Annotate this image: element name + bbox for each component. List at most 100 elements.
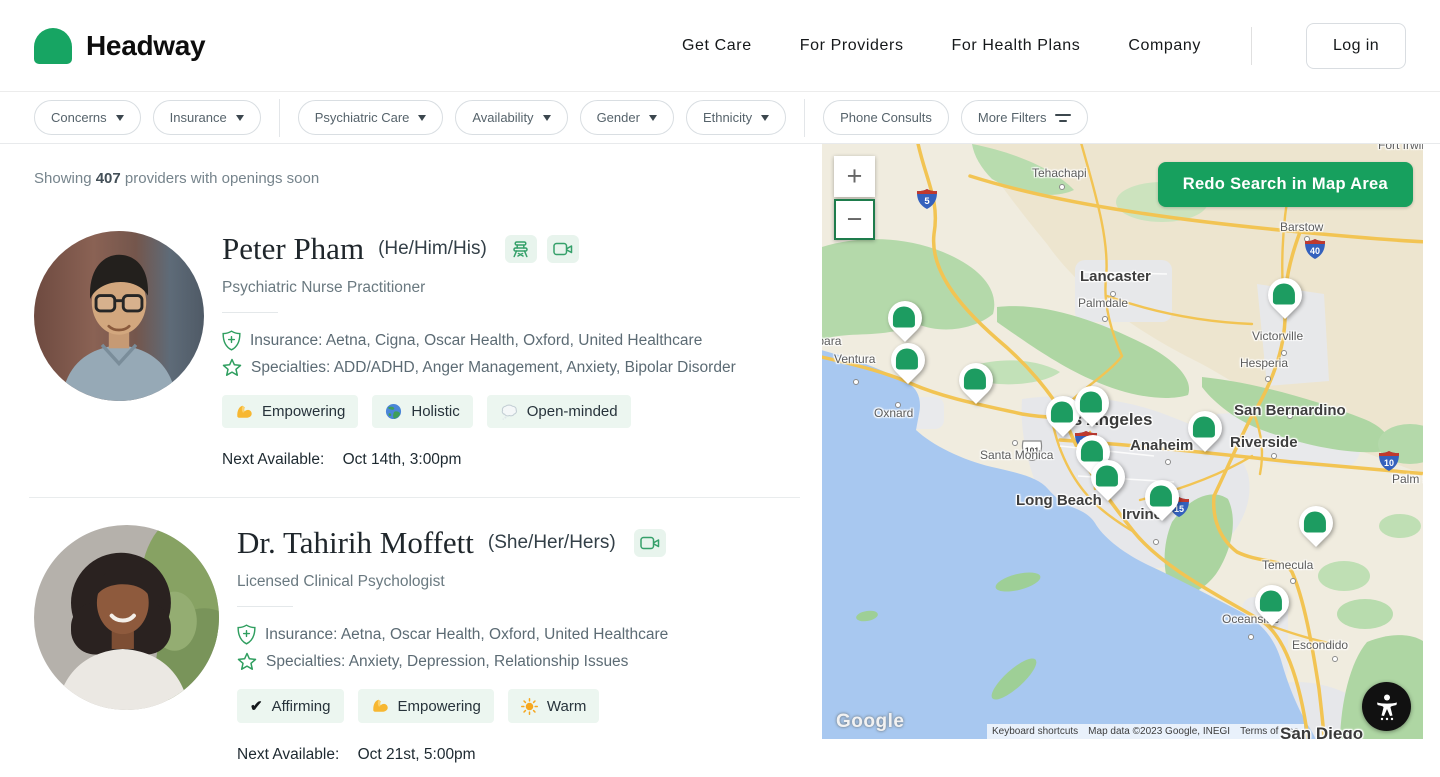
trait-badge: Empowering [358, 689, 494, 723]
map-label-escondido: Escondido [1292, 638, 1348, 652]
city-dot [1153, 539, 1159, 545]
next-available-label: Next Available: [237, 746, 339, 763]
trait-badge: Empowering [222, 395, 358, 428]
provider-name[interactable]: Dr. Tahirih Moffett [237, 525, 474, 561]
divider [222, 312, 278, 313]
login-button[interactable]: Log in [1306, 23, 1406, 69]
map-label-san-diego: San Diego [1280, 724, 1363, 739]
filter-insurance[interactable]: Insurance [153, 100, 261, 135]
top-nav-bar: Headway Get Care For Providers For Healt… [0, 0, 1440, 92]
map-data-attribution: Map data ©2023 Google, INEGI [1083, 724, 1235, 739]
next-available: Next Available: Oct 14th, 3:00pm [222, 451, 736, 469]
badge-label: Affirming [272, 698, 331, 715]
city-dot [1265, 376, 1271, 382]
nav-for-providers[interactable]: For Providers [800, 37, 904, 55]
badge-label: Empowering [262, 403, 345, 420]
map-label-fort-irwin: Fort Irwin [1378, 144, 1423, 152]
filter-bar: Concerns Insurance Psychiatric Care Avai… [0, 92, 1440, 144]
next-available: Next Available: Oct 21st, 5:00pm [237, 746, 668, 764]
filter-lines-icon [1055, 114, 1071, 122]
provider-card[interactable]: Peter Pham (He/Him/His) [34, 231, 800, 469]
provider-photo[interactable] [34, 231, 204, 401]
map-label-santa-monica: Santa Monica [980, 448, 1053, 462]
filter-divider [804, 99, 805, 137]
showing-suffix: providers with openings soon [125, 170, 319, 187]
next-available-label: Next Available: [222, 451, 324, 468]
city-dot [1059, 184, 1065, 190]
map-panel[interactable]: Tehachapi Fort Irwin Barstow Lancaster P… [822, 144, 1423, 739]
provider-title: Psychiatric Nurse Practitioner [222, 279, 736, 297]
showing-prefix: Showing [34, 170, 92, 187]
filter-more-filters[interactable]: More Filters [961, 100, 1089, 135]
filter-concerns-label: Concerns [51, 110, 107, 125]
filter-phone-consults[interactable]: Phone Consults [823, 100, 949, 135]
keyboard-shortcuts-link[interactable]: Keyboard shortcuts [987, 724, 1083, 739]
map-label-riverside: Riverside [1230, 434, 1298, 451]
map-label-santa-barbara: Santa Barbara [822, 334, 841, 348]
filter-concerns[interactable]: Concerns [34, 100, 141, 135]
insurance-list: Aetna, Oscar Health, Oxford, United Heal… [341, 626, 668, 643]
city-dot [853, 379, 859, 385]
specialties-label: Specialties: [266, 653, 345, 670]
badge-label: Open-minded [527, 403, 618, 420]
video-camera-icon [547, 235, 579, 263]
city-dot [1271, 453, 1277, 459]
card-divider [29, 497, 800, 498]
map-label-hesperia: Hesperia [1240, 356, 1288, 370]
nav-get-care[interactable]: Get Care [682, 37, 752, 55]
google-logo[interactable]: Google [836, 711, 904, 733]
next-available-value: Oct 21st, 5:00pm [358, 746, 476, 763]
insurance-line: Insurance: Aetna, Oscar Health, Oxford, … [237, 624, 668, 645]
filter-availability[interactable]: Availability [455, 100, 567, 135]
provider-title: Licensed Clinical Psychologist [237, 573, 668, 591]
map-label-temecula: Temecula [1262, 558, 1313, 572]
main-nav: Get Care For Providers For Health Plans … [682, 23, 1406, 69]
city-dot [1012, 440, 1018, 446]
provider-photo[interactable] [34, 525, 219, 710]
map-label-victorville: Victorville [1252, 329, 1303, 343]
in-person-chair-icon [505, 235, 537, 263]
results-count: 407 [96, 170, 121, 187]
specialties-line: Specialties: Anxiety, Depression, Relati… [237, 652, 668, 671]
redo-search-button[interactable]: Redo Search in Map Area [1158, 162, 1413, 207]
thought-bubble-icon [500, 404, 518, 420]
chevron-down-icon [543, 115, 551, 121]
map-label-palmdale: Palmdale [1078, 296, 1128, 310]
svg-text:40: 40 [1310, 246, 1320, 256]
city-dot [1102, 316, 1108, 322]
nav-for-health-plans[interactable]: For Health Plans [952, 37, 1081, 55]
filter-ethnicity[interactable]: Ethnicity [686, 100, 786, 135]
provider-card[interactable]: Dr. Tahirih Moffett (She/Her/Hers) Licen… [34, 525, 800, 764]
filter-psychiatric-care-label: Psychiatric Care [315, 110, 410, 125]
nav-company[interactable]: Company [1128, 37, 1201, 55]
filter-psychiatric-care[interactable]: Psychiatric Care [298, 100, 444, 135]
city-dot [1332, 656, 1338, 662]
filter-availability-label: Availability [472, 110, 533, 125]
video-camera-icon [634, 529, 666, 557]
chevron-down-icon [761, 115, 769, 121]
headway-logo[interactable]: Headway [34, 28, 205, 64]
specialties-list: Anxiety, Depression, Relationship Issues [349, 653, 629, 670]
chevron-down-icon [116, 115, 124, 121]
star-icon [237, 652, 257, 671]
badge-label: Empowering [398, 698, 481, 715]
interstate-40-shield: 40 [1304, 238, 1326, 260]
headway-logo-icon [34, 28, 72, 64]
map-label-ventura: Ventura [834, 352, 875, 366]
map-label-barstow: Barstow [1280, 220, 1323, 234]
chevron-down-icon [418, 115, 426, 121]
insurance-line: Insurance: Aetna, Cigna, Oscar Health, O… [222, 330, 736, 351]
results-count-text: Showing 407 providers with openings soon [34, 170, 800, 187]
map-zoom-in-button[interactable]: + [834, 156, 875, 197]
globe-icon [385, 403, 402, 420]
map-zoom-out-button[interactable]: − [834, 199, 875, 240]
accessibility-button[interactable] [1362, 682, 1411, 731]
muscle-icon [235, 404, 253, 420]
filter-gender[interactable]: Gender [580, 100, 674, 135]
provider-name[interactable]: Peter Pham [222, 231, 364, 267]
headway-logo-text: Headway [86, 30, 205, 62]
insurance-list: Aetna, Cigna, Oscar Health, Oxford, Unit… [326, 332, 703, 349]
specialties-line: Specialties: ADD/ADHD, Anger Management,… [222, 358, 736, 377]
specialties-list: ADD/ADHD, Anger Management, Anxiety, Bip… [334, 359, 736, 376]
trait-badge: Warm [508, 689, 599, 723]
